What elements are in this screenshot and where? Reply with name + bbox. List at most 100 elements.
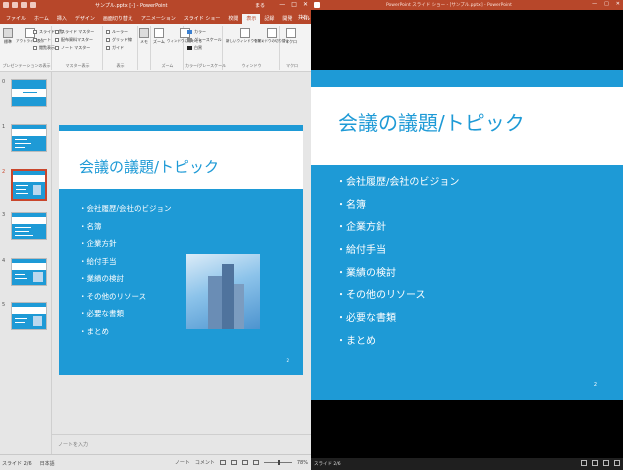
tab-file[interactable]: ファイル [2,14,30,24]
bullet-item: ・業績の検討 [336,267,396,279]
reading-view-icon[interactable] [603,460,609,466]
reading-view-icon[interactable] [241,460,248,465]
slideshow-icon[interactable] [252,460,259,465]
slideshow-title-bar: PowerPoint スライド ショー - [サンプル.pptx] - Powe… [311,0,623,10]
zoom-slider-thumb[interactable] [277,460,280,465]
slide-thumbnail-3[interactable] [11,212,47,240]
group-master-views: スライド マスター 配布資料マスター ノート マスター マスター表示 [53,26,103,70]
normal-view-button[interactable]: 標準 [3,28,13,45]
tab-insert[interactable]: 挿入 [53,14,71,24]
slideshow-icon[interactable] [614,460,620,466]
bullet-item: ・その他のリソース [336,290,426,302]
grayscale-button[interactable]: グレースケール [187,37,222,43]
bullet-item: ・まとめ [336,335,376,347]
ruler-checkbox[interactable]: ルーラー [106,29,128,35]
group-color-grayscale: カラー グレースケール 白黒 カラー/グレースケール [185,26,226,70]
tab-record[interactable]: 記録 [260,14,278,24]
slide-title-placeholder[interactable]: 会議の議題/トピック [59,131,303,189]
bullet-item: ・給付手当 [336,245,386,257]
notes-pane[interactable]: ノートを入力 [52,434,311,454]
group-notes: メモ [139,26,151,70]
group-window: 新しいウィンドウを開く ウィンドウの切り替え ウィンドウ [224,26,289,70]
bullet-item: ・名簿 [79,221,102,231]
bullet-item: ・名簿 [336,199,366,211]
ribbon-view: 標準 アウトライン表示 スライド一覧 ノート 閲覧表示 プレゼンテーションの表示… [0,24,311,72]
slide-bullet-list[interactable]: ・会社履歴/会社のビジョン ・名簿 ・企業方針 ・給付手当 ・業績の検討 ・その… [79,203,172,343]
powerpoint-app-icon [314,2,320,8]
slide-master-button[interactable]: スライド マスター [55,29,94,35]
slide-thumbnail-1[interactable] [11,124,47,152]
slide-thumbnail-pane: 0 1 2 3 4 5 [0,72,52,454]
slideshow-slide-title: 会議の議題/トピック [338,111,525,135]
slideshow-close-button[interactable]: ✕ [616,1,620,7]
comments-status-button[interactable]: コメント [195,459,215,466]
current-slide[interactable]: 会議の議題/トピック ・会社履歴/会社のビジョン ・名簿 ・企業方針 ・給付手当… [59,125,303,449]
bullet-item: ・その他のリソース [79,291,147,301]
user-name[interactable]: まる [255,2,265,9]
tab-view[interactable]: 表示 [242,14,261,24]
gridlines-checkbox[interactable]: グリッド線 [106,37,132,43]
notes-icon [139,28,149,38]
group-macros: マクロ マクロ [281,26,303,70]
tab-slideshow[interactable]: スライド ショー [180,14,225,24]
reading-view-button[interactable]: 閲覧表示 [33,45,55,51]
group-show: ルーラー グリッド線 ガイド 表示 [104,26,138,70]
tab-transitions[interactable]: 画面切り替え [99,14,137,24]
normal-view-icon [3,28,13,38]
handout-master-button[interactable]: 配布資料マスター [55,37,93,43]
notes-status-button[interactable]: ノート [175,459,190,466]
minimize-button[interactable]: — [279,1,285,8]
zoom-button[interactable]: ズーム [153,28,165,45]
slide-page-number: 2 [286,358,289,363]
status-bar: スライド 2/6 日本語 ノート コメント 78% [0,454,311,470]
guides-checkbox[interactable]: ガイド [106,45,124,51]
language-indicator[interactable]: 日本語 [40,460,55,467]
tab-review[interactable]: 校閲 [224,14,242,24]
save-icon[interactable] [3,2,9,8]
slideshow-minimize-button[interactable]: — [592,1,597,7]
black-white-button[interactable]: 白黒 [187,45,202,51]
slideshow-window: PowerPoint スライド ショー - [サンプル.pptx] - Powe… [311,0,623,470]
slide-title: 会議の議題/トピック [79,158,220,176]
maximize-button[interactable]: □ [291,1,297,8]
editor-title-bar: サンプル.pptx [-] - PowerPoint まる — □ ✕ [0,0,311,12]
skyscraper-photo[interactable] [186,254,260,329]
normal-view-icon[interactable] [219,460,226,465]
tab-animations[interactable]: アニメーション [137,14,180,24]
share-button[interactable]: 共有 [298,14,308,21]
slide-thumbnail-0[interactable] [11,79,47,107]
normal-view-icon[interactable] [581,460,587,466]
redo-icon[interactable] [21,2,27,8]
slide-sorter-icon[interactable] [230,460,237,465]
switch-windows-icon [266,28,277,38]
bullet-item: ・企業方針 [336,222,386,234]
start-slideshow-icon[interactable] [30,2,36,8]
slideshow-maximize-button[interactable]: □ [604,1,609,7]
macros-button[interactable]: マクロ [285,28,297,45]
tab-design[interactable]: デザイン [71,14,99,24]
undo-icon[interactable] [12,2,18,8]
macro-icon [286,28,296,38]
magnifier-icon [153,28,164,38]
notes-page-button[interactable]: ノート [33,37,51,43]
zoom-slider[interactable] [263,460,292,465]
slideshow-bullet-list: ・会社履歴/会社のビジョン ・名簿 ・企業方針 ・給付手当 ・業績の検討 ・その… [336,173,459,355]
zoom-level[interactable]: 78% [297,460,308,466]
bullet-item: ・まとめ [79,326,109,336]
group-zoom: ズーム ウィンドウに合わせる ズーム [152,26,202,70]
slideshow-title: PowerPoint スライド ショー - [サンプル.pptx] - Powe… [386,3,512,8]
editor-title: サンプル.pptx [-] - PowerPoint [95,3,168,9]
slide-thumbnail-2[interactable] [11,169,47,201]
notes-toggle-button[interactable]: メモ [139,28,149,45]
tab-home[interactable]: ホーム [30,14,53,24]
notes-master-button[interactable]: ノート マスター [55,45,90,51]
slide-counter: スライド 2/6 [2,461,32,467]
slide-thumbnail-5[interactable] [11,302,47,330]
color-button[interactable]: カラー [187,29,206,35]
tab-developer[interactable]: 開発 [278,14,296,24]
close-button[interactable]: ✕ [303,1,308,8]
group-presentation-views: 標準 アウトライン表示 スライド一覧 ノート 閲覧表示 プレゼンテーションの表示 [2,26,63,70]
slideshow-slide[interactable]: 会議の議題/トピック ・会社履歴/会社のビジョン ・名簿 ・企業方針 ・給付手当… [311,70,623,400]
slide-sorter-icon[interactable] [592,460,598,466]
slide-thumbnail-4[interactable] [11,258,47,286]
